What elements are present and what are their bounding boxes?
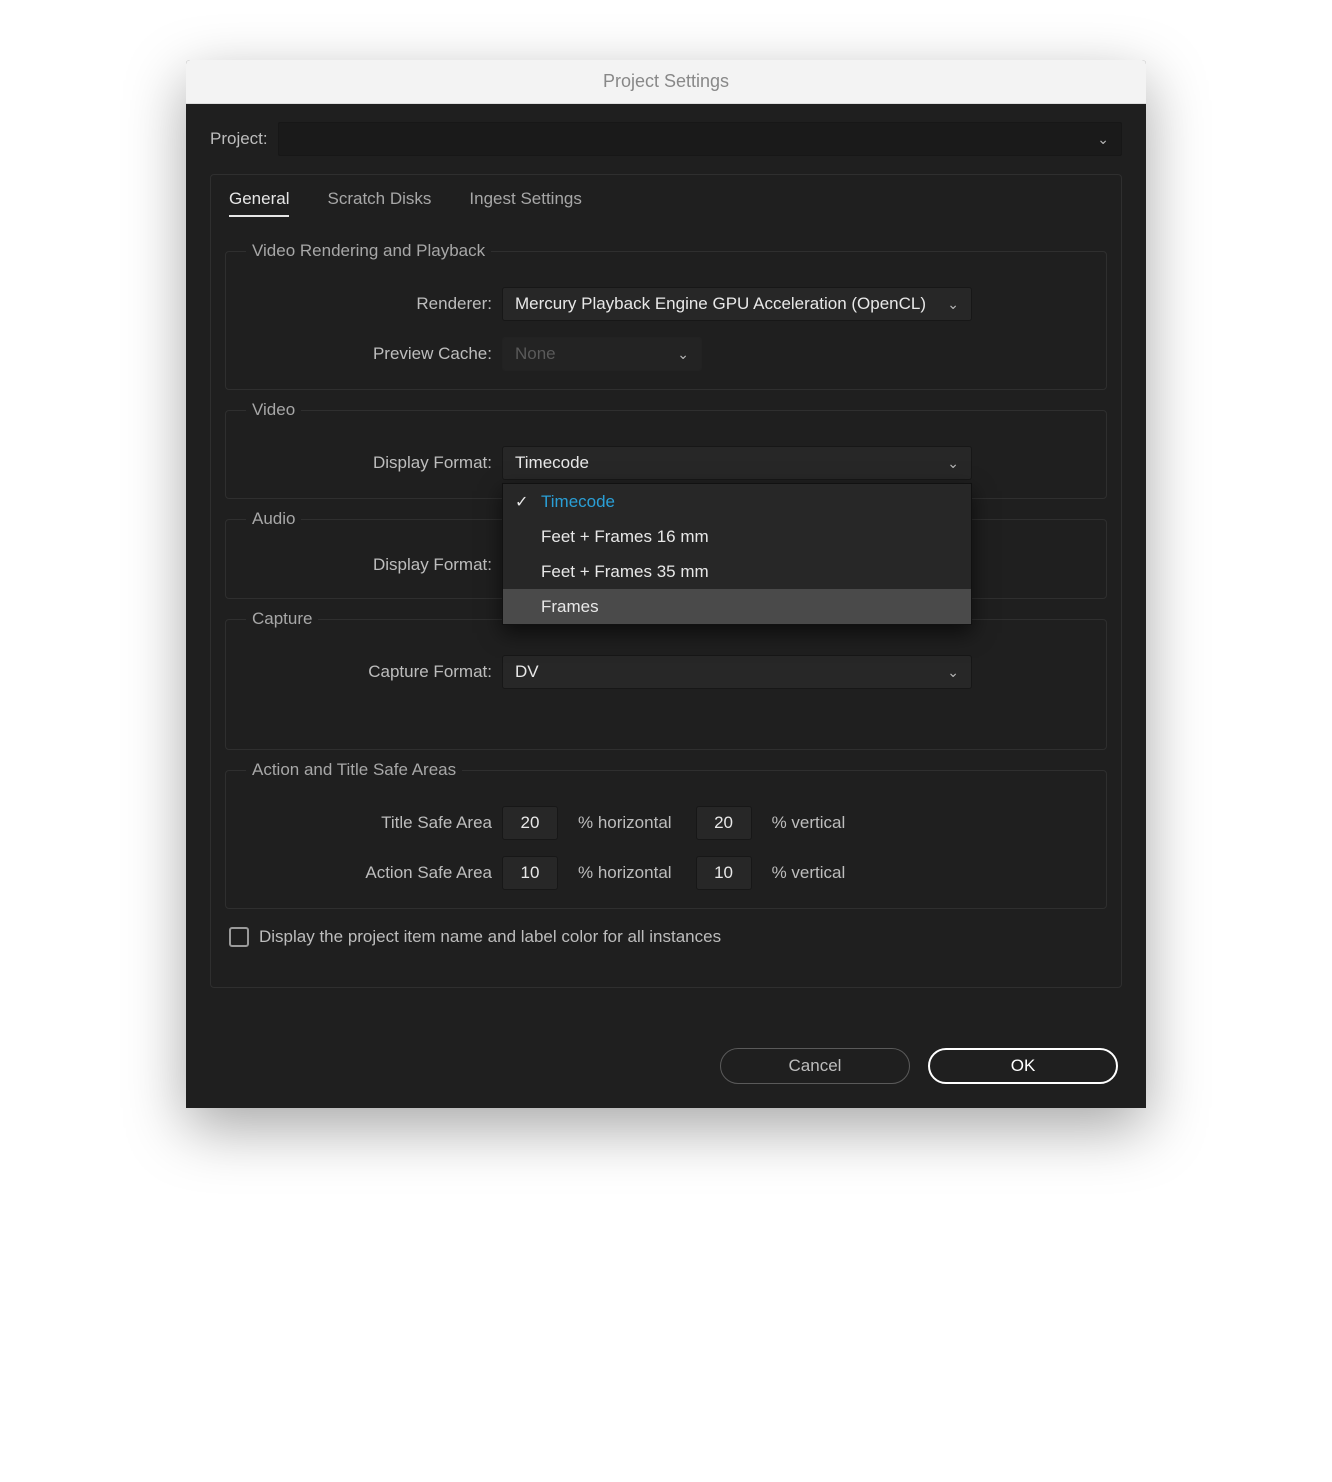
title-safe-label: Title Safe Area (240, 813, 492, 833)
display-project-item-row: Display the project item name and label … (225, 927, 1107, 947)
chevron-down-icon: ⌄ (947, 296, 959, 313)
dropdown-item-feet-frames-35[interactable]: Feet + Frames 35 mm (503, 554, 971, 589)
title-safe-v-input[interactable] (696, 806, 752, 840)
capture-format-value: DV (515, 662, 539, 682)
project-select[interactable]: ⌄ (278, 122, 1122, 156)
renderer-value: Mercury Playback Engine GPU Acceleration… (515, 294, 926, 314)
dialog-title: Project Settings (186, 60, 1146, 104)
video-display-format-select[interactable]: Timecode ⌄ (502, 446, 972, 480)
dialog-content: Project: ⌄ General Scratch Disks Ingest … (186, 104, 1146, 1108)
project-row: Project: ⌄ (210, 122, 1122, 156)
safe-areas-section: Action and Title Safe Areas Title Safe A… (225, 760, 1107, 909)
capture-format-label: Capture Format: (240, 662, 492, 682)
unit-horizontal: % horizontal (578, 813, 672, 833)
action-safe-v-input[interactable] (696, 856, 752, 890)
capture-format-row: Capture Format: DV ⌄ (240, 655, 1092, 689)
display-project-item-checkbox[interactable] (229, 927, 249, 947)
tabs: General Scratch Disks Ingest Settings (225, 189, 1107, 231)
project-label: Project: (210, 129, 268, 149)
action-safe-label: Action Safe Area (240, 863, 492, 883)
unit-vertical: % vertical (772, 813, 846, 833)
renderer-select[interactable]: Mercury Playback Engine GPU Acceleration… (502, 287, 972, 321)
video-display-format-value: Timecode (515, 453, 589, 473)
action-safe-row: Action Safe Area % horizontal % vertical (240, 856, 1092, 890)
dropdown-item-feet-frames-16[interactable]: Feet + Frames 16 mm (503, 519, 971, 554)
display-project-item-label: Display the project item name and label … (259, 927, 721, 947)
dropdown-item-frames[interactable]: Frames (503, 589, 971, 624)
tab-ingest-settings[interactable]: Ingest Settings (469, 189, 581, 217)
tab-container: General Scratch Disks Ingest Settings Vi… (210, 174, 1122, 988)
check-icon: ✓ (515, 492, 528, 512)
chevron-down-icon: ⌄ (947, 455, 959, 472)
capture-legend: Capture (246, 609, 318, 629)
audio-display-format-label: Display Format: (240, 555, 492, 575)
video-section: Video Display Format: Timecode ⌄ ✓ Timec… (225, 400, 1107, 499)
renderer-row: Renderer: Mercury Playback Engine GPU Ac… (240, 287, 1092, 321)
dropdown-item-label: Feet + Frames 35 mm (541, 562, 709, 582)
cancel-button[interactable]: Cancel (720, 1048, 910, 1084)
ok-button[interactable]: OK (928, 1048, 1118, 1084)
video-legend: Video (246, 400, 301, 420)
dropdown-item-timecode[interactable]: ✓ Timecode (503, 484, 971, 519)
audio-legend: Audio (246, 509, 301, 529)
capture-format-select[interactable]: DV ⌄ (502, 655, 972, 689)
tab-general[interactable]: General (229, 189, 289, 217)
preview-cache-row: Preview Cache: None ⌄ (240, 337, 1092, 371)
chevron-down-icon: ⌄ (677, 346, 689, 363)
video-display-format-label: Display Format: (240, 453, 492, 473)
video-display-format-row: Display Format: Timecode ⌄ ✓ Timecode (240, 446, 1092, 480)
title-safe-row: Title Safe Area % horizontal % vertical (240, 806, 1092, 840)
action-safe-h-input[interactable] (502, 856, 558, 890)
dropdown-item-label: Frames (541, 597, 599, 617)
preview-cache-value: None (515, 344, 556, 364)
safe-areas-legend: Action and Title Safe Areas (246, 760, 462, 780)
video-rendering-section: Video Rendering and Playback Renderer: M… (225, 241, 1107, 390)
chevron-down-icon: ⌄ (947, 664, 959, 681)
title-safe-h-input[interactable] (502, 806, 558, 840)
button-row: Cancel OK (210, 1048, 1122, 1084)
preview-cache-select: None ⌄ (502, 337, 702, 371)
tab-scratch-disks[interactable]: Scratch Disks (327, 189, 431, 217)
video-rendering-legend: Video Rendering and Playback (246, 241, 491, 261)
preview-cache-label: Preview Cache: (240, 344, 492, 364)
renderer-label: Renderer: (240, 294, 492, 314)
unit-horizontal: % horizontal (578, 863, 672, 883)
video-display-format-select-wrap: Timecode ⌄ ✓ Timecode Feet + Frames 16 m… (502, 446, 972, 480)
video-display-format-dropdown: ✓ Timecode Feet + Frames 16 mm Feet + Fr… (502, 483, 972, 625)
project-settings-dialog: Project Settings Project: ⌄ General Scra… (186, 60, 1146, 1108)
dropdown-item-label: Timecode (541, 492, 615, 512)
unit-vertical: % vertical (772, 863, 846, 883)
dropdown-item-label: Feet + Frames 16 mm (541, 527, 709, 547)
chevron-down-icon: ⌄ (1097, 131, 1109, 148)
capture-section: Capture Capture Format: DV ⌄ (225, 609, 1107, 750)
